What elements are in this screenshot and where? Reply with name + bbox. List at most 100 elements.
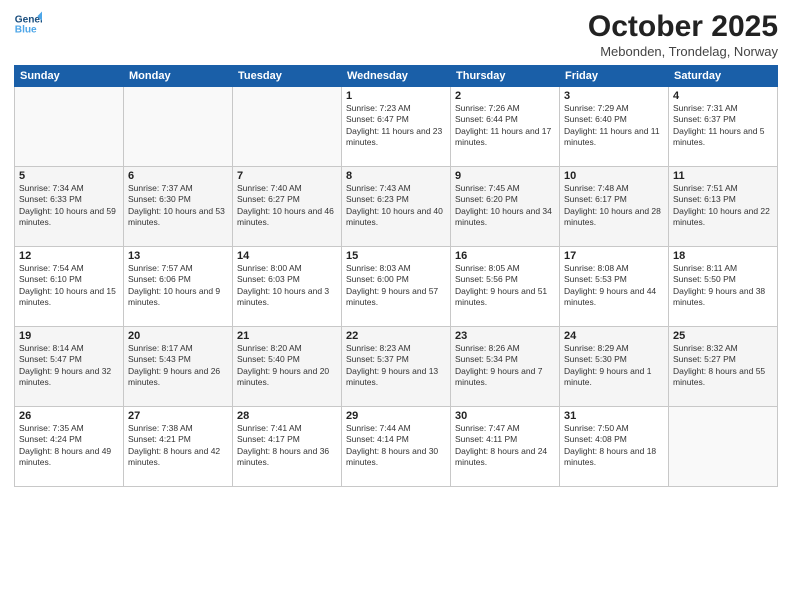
day-info: Sunrise: 7:57 AMSunset: 6:06 PMDaylight:… — [128, 263, 228, 309]
day-cell: 18 Sunrise: 8:11 AMSunset: 5:50 PMDaylig… — [669, 247, 778, 327]
day-cell: 31 Sunrise: 7:50 AMSunset: 4:08 PMDaylig… — [560, 407, 669, 487]
day-cell: 9 Sunrise: 7:45 AMSunset: 6:20 PMDayligh… — [451, 167, 560, 247]
day-cell: 7 Sunrise: 7:40 AMSunset: 6:27 PMDayligh… — [233, 167, 342, 247]
weekday-header-monday: Monday — [124, 66, 233, 87]
day-number: 5 — [19, 170, 119, 182]
day-info: Sunrise: 8:23 AMSunset: 5:37 PMDaylight:… — [346, 343, 446, 389]
day-info: Sunrise: 7:31 AMSunset: 6:37 PMDaylight:… — [673, 103, 773, 149]
day-info: Sunrise: 8:20 AMSunset: 5:40 PMDaylight:… — [237, 343, 337, 389]
day-cell — [669, 407, 778, 487]
day-number: 28 — [237, 410, 337, 422]
day-cell: 6 Sunrise: 7:37 AMSunset: 6:30 PMDayligh… — [124, 167, 233, 247]
day-info: Sunrise: 8:26 AMSunset: 5:34 PMDaylight:… — [455, 343, 555, 389]
day-info: Sunrise: 8:17 AMSunset: 5:43 PMDaylight:… — [128, 343, 228, 389]
weekday-header-friday: Friday — [560, 66, 669, 87]
day-number: 23 — [455, 330, 555, 342]
logo-icon: General Blue — [14, 10, 42, 38]
day-cell — [15, 87, 124, 167]
location: Mebonden, Trondelag, Norway — [588, 44, 778, 59]
day-info: Sunrise: 7:26 AMSunset: 6:44 PMDaylight:… — [455, 103, 555, 149]
day-number: 11 — [673, 170, 773, 182]
day-info: Sunrise: 7:29 AMSunset: 6:40 PMDaylight:… — [564, 103, 664, 149]
day-cell: 22 Sunrise: 8:23 AMSunset: 5:37 PMDaylig… — [342, 327, 451, 407]
day-number: 12 — [19, 250, 119, 262]
calendar: SundayMondayTuesdayWednesdayThursdayFrid… — [14, 65, 778, 487]
week-row-1: 1 Sunrise: 7:23 AMSunset: 6:47 PMDayligh… — [15, 87, 778, 167]
day-cell: 29 Sunrise: 7:44 AMSunset: 4:14 PMDaylig… — [342, 407, 451, 487]
day-info: Sunrise: 8:03 AMSunset: 6:00 PMDaylight:… — [346, 263, 446, 309]
day-info: Sunrise: 7:47 AMSunset: 4:11 PMDaylight:… — [455, 423, 555, 469]
logo: General Blue — [14, 10, 42, 38]
day-cell: 20 Sunrise: 8:17 AMSunset: 5:43 PMDaylig… — [124, 327, 233, 407]
day-info: Sunrise: 8:14 AMSunset: 5:47 PMDaylight:… — [19, 343, 119, 389]
day-info: Sunrise: 7:50 AMSunset: 4:08 PMDaylight:… — [564, 423, 664, 469]
weekday-header-wednesday: Wednesday — [342, 66, 451, 87]
day-number: 14 — [237, 250, 337, 262]
day-cell: 4 Sunrise: 7:31 AMSunset: 6:37 PMDayligh… — [669, 87, 778, 167]
day-cell: 15 Sunrise: 8:03 AMSunset: 6:00 PMDaylig… — [342, 247, 451, 327]
day-number: 15 — [346, 250, 446, 262]
day-info: Sunrise: 8:05 AMSunset: 5:56 PMDaylight:… — [455, 263, 555, 309]
day-cell: 19 Sunrise: 8:14 AMSunset: 5:47 PMDaylig… — [15, 327, 124, 407]
day-cell: 28 Sunrise: 7:41 AMSunset: 4:17 PMDaylig… — [233, 407, 342, 487]
day-cell: 12 Sunrise: 7:54 AMSunset: 6:10 PMDaylig… — [15, 247, 124, 327]
day-number: 31 — [564, 410, 664, 422]
day-cell: 5 Sunrise: 7:34 AMSunset: 6:33 PMDayligh… — [15, 167, 124, 247]
day-cell — [124, 87, 233, 167]
page: General Blue October 2025 Mebonden, Tron… — [0, 0, 792, 612]
day-number: 4 — [673, 90, 773, 102]
day-cell: 25 Sunrise: 8:32 AMSunset: 5:27 PMDaylig… — [669, 327, 778, 407]
day-number: 16 — [455, 250, 555, 262]
day-info: Sunrise: 7:34 AMSunset: 6:33 PMDaylight:… — [19, 183, 119, 229]
day-cell: 26 Sunrise: 7:35 AMSunset: 4:24 PMDaylig… — [15, 407, 124, 487]
day-number: 9 — [455, 170, 555, 182]
day-cell: 10 Sunrise: 7:48 AMSunset: 6:17 PMDaylig… — [560, 167, 669, 247]
day-number: 25 — [673, 330, 773, 342]
day-info: Sunrise: 7:44 AMSunset: 4:14 PMDaylight:… — [346, 423, 446, 469]
title-block: October 2025 Mebonden, Trondelag, Norway — [588, 10, 778, 59]
day-cell: 2 Sunrise: 7:26 AMSunset: 6:44 PMDayligh… — [451, 87, 560, 167]
day-cell: 1 Sunrise: 7:23 AMSunset: 6:47 PMDayligh… — [342, 87, 451, 167]
day-number: 1 — [346, 90, 446, 102]
day-cell — [233, 87, 342, 167]
day-number: 13 — [128, 250, 228, 262]
day-cell: 21 Sunrise: 8:20 AMSunset: 5:40 PMDaylig… — [233, 327, 342, 407]
day-number: 20 — [128, 330, 228, 342]
header: General Blue October 2025 Mebonden, Tron… — [14, 10, 778, 59]
day-info: Sunrise: 8:08 AMSunset: 5:53 PMDaylight:… — [564, 263, 664, 309]
weekday-header-tuesday: Tuesday — [233, 66, 342, 87]
day-info: Sunrise: 7:48 AMSunset: 6:17 PMDaylight:… — [564, 183, 664, 229]
day-number: 3 — [564, 90, 664, 102]
day-number: 6 — [128, 170, 228, 182]
weekday-header-row: SundayMondayTuesdayWednesdayThursdayFrid… — [15, 66, 778, 87]
week-row-2: 5 Sunrise: 7:34 AMSunset: 6:33 PMDayligh… — [15, 167, 778, 247]
day-cell: 3 Sunrise: 7:29 AMSunset: 6:40 PMDayligh… — [560, 87, 669, 167]
day-number: 17 — [564, 250, 664, 262]
day-info: Sunrise: 7:45 AMSunset: 6:20 PMDaylight:… — [455, 183, 555, 229]
month-title: October 2025 — [588, 10, 778, 44]
day-cell: 23 Sunrise: 8:26 AMSunset: 5:34 PMDaylig… — [451, 327, 560, 407]
day-info: Sunrise: 7:38 AMSunset: 4:21 PMDaylight:… — [128, 423, 228, 469]
day-number: 8 — [346, 170, 446, 182]
weekday-header-saturday: Saturday — [669, 66, 778, 87]
day-number: 10 — [564, 170, 664, 182]
day-cell: 14 Sunrise: 8:00 AMSunset: 6:03 PMDaylig… — [233, 247, 342, 327]
day-cell: 17 Sunrise: 8:08 AMSunset: 5:53 PMDaylig… — [560, 247, 669, 327]
svg-text:Blue: Blue — [15, 25, 37, 36]
day-number: 2 — [455, 90, 555, 102]
day-info: Sunrise: 7:43 AMSunset: 6:23 PMDaylight:… — [346, 183, 446, 229]
day-cell: 27 Sunrise: 7:38 AMSunset: 4:21 PMDaylig… — [124, 407, 233, 487]
weekday-header-thursday: Thursday — [451, 66, 560, 87]
day-info: Sunrise: 8:00 AMSunset: 6:03 PMDaylight:… — [237, 263, 337, 309]
day-number: 29 — [346, 410, 446, 422]
week-row-5: 26 Sunrise: 7:35 AMSunset: 4:24 PMDaylig… — [15, 407, 778, 487]
day-number: 27 — [128, 410, 228, 422]
day-number: 19 — [19, 330, 119, 342]
weekday-header-sunday: Sunday — [15, 66, 124, 87]
day-cell: 24 Sunrise: 8:29 AMSunset: 5:30 PMDaylig… — [560, 327, 669, 407]
day-info: Sunrise: 7:37 AMSunset: 6:30 PMDaylight:… — [128, 183, 228, 229]
day-number: 18 — [673, 250, 773, 262]
day-info: Sunrise: 7:40 AMSunset: 6:27 PMDaylight:… — [237, 183, 337, 229]
day-info: Sunrise: 8:29 AMSunset: 5:30 PMDaylight:… — [564, 343, 664, 389]
day-number: 22 — [346, 330, 446, 342]
